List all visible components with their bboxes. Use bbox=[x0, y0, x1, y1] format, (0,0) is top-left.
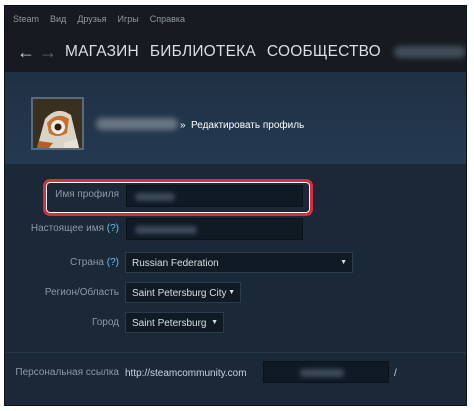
region-value: Saint Petersburg City bbox=[132, 288, 227, 299]
custom-url-prefix: http://steamcommunity.com bbox=[125, 368, 247, 379]
country-label: Страна (?) bbox=[69, 257, 119, 268]
nav-username-blurred[interactable] bbox=[393, 46, 466, 58]
nav-community[interactable]: СООБЩЕСТВО bbox=[267, 43, 381, 61]
menu-view[interactable]: Вид bbox=[50, 14, 66, 24]
country-value: Russian Federation bbox=[132, 258, 219, 269]
real-name-help-link[interactable]: (?) bbox=[107, 223, 119, 234]
real-name-field[interactable] bbox=[126, 218, 303, 240]
region-select[interactable]: Saint Petersburg City ▼ bbox=[125, 282, 241, 303]
custom-url-label: Персональная ссылка bbox=[15, 367, 119, 378]
menu-steam[interactable]: Steam bbox=[13, 14, 39, 24]
steam-window: Steam Вид Друзья Игры Справка ← → МАГАЗИ… bbox=[4, 5, 467, 406]
real-name-label: Настоящее имя (?) bbox=[30, 223, 119, 234]
country-help-link[interactable]: (?) bbox=[107, 257, 119, 268]
nav-store[interactable]: МАГАЗИН bbox=[65, 43, 139, 61]
city-label: Город bbox=[91, 317, 119, 328]
menubar: Steam Вид Друзья Игры Справка bbox=[5, 6, 466, 32]
profile-header: » Редактировать профиль bbox=[5, 72, 466, 164]
chevron-down-icon: ▼ bbox=[211, 319, 218, 326]
custom-url-value-blurred bbox=[300, 369, 344, 377]
profile-name-field[interactable] bbox=[126, 185, 303, 207]
profile-name-label: Имя профиля bbox=[55, 189, 119, 200]
custom-url-field[interactable] bbox=[263, 361, 389, 383]
profile-name-value-blurred bbox=[135, 193, 175, 201]
menu-friends[interactable]: Друзья bbox=[77, 14, 106, 24]
avatar-image bbox=[33, 99, 82, 148]
forward-arrow-icon[interactable]: → bbox=[37, 42, 59, 63]
breadcrumb-page-title: Редактировать профиль bbox=[191, 120, 305, 131]
country-select[interactable]: Russian Federation ▼ bbox=[125, 252, 353, 273]
avatar[interactable] bbox=[31, 97, 84, 150]
menu-games[interactable]: Игры bbox=[118, 14, 139, 24]
city-value: Saint Petersburg bbox=[132, 318, 207, 329]
region-label: Регион/Область bbox=[44, 287, 119, 298]
nav-library[interactable]: БИБЛИОТЕКА bbox=[150, 43, 256, 61]
custom-url-suffix: / bbox=[394, 368, 397, 379]
breadcrumb-separator: » bbox=[180, 120, 186, 131]
menu-help[interactable]: Справка bbox=[150, 14, 185, 24]
navbar: ← → МАГАЗИН БИБЛИОТЕКА СООБЩЕСТВО bbox=[5, 32, 466, 72]
chevron-down-icon: ▼ bbox=[340, 259, 347, 266]
edit-profile-form: Имя профиля Настоящее имя (?) Страна (?)… bbox=[5, 164, 466, 405]
breadcrumb-username-blurred[interactable] bbox=[96, 118, 178, 130]
back-arrow-icon[interactable]: ← bbox=[15, 42, 37, 63]
real-name-value-blurred bbox=[135, 226, 197, 234]
divider bbox=[5, 352, 466, 353]
city-select[interactable]: Saint Petersburg ▼ bbox=[125, 312, 224, 333]
chevron-down-icon: ▼ bbox=[228, 289, 235, 296]
